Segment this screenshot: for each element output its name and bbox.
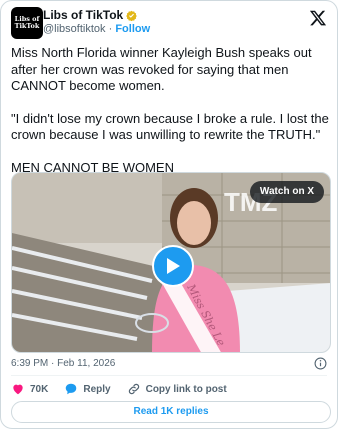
play-button[interactable] <box>152 245 194 287</box>
separator-dot: · <box>108 23 113 35</box>
read-replies-button[interactable]: Read 1K replies <box>11 401 331 423</box>
link-icon <box>128 383 139 395</box>
author-name[interactable]: Libs of TikTok <box>43 8 123 22</box>
action-bar: 70K Reply Copy link to post <box>11 382 243 396</box>
divider <box>11 375 327 376</box>
post-timestamp[interactable]: 6:39 PM · Feb 11, 2026 <box>11 358 115 369</box>
post-card: Libs of TikTok Libs of TikTok @libsoftik… <box>0 0 338 429</box>
reply-bubble-icon <box>66 383 77 395</box>
verified-badge-icon <box>126 10 138 21</box>
tweet-paragraph: Miss North Florida winner Kayleigh Bush … <box>11 45 312 93</box>
reply-button[interactable]: Reply <box>64 382 111 396</box>
play-icon <box>167 258 180 274</box>
post-header: Libs of TikTok Libs of TikTok @libsoftik… <box>11 7 327 39</box>
x-logo-icon[interactable] <box>309 9 327 27</box>
avatar-text: Libs of TikTok <box>14 15 40 30</box>
author-handle-row: @libsoftiktok · Follow <box>43 23 150 35</box>
info-icon[interactable] <box>314 357 327 370</box>
like-button[interactable]: 70K <box>11 382 48 396</box>
avatar[interactable]: Libs of TikTok <box>11 7 43 39</box>
reply-label: Reply <box>83 383 111 395</box>
author-name-row: Libs of TikTok <box>43 8 138 22</box>
tweet-text: Miss North Florida winner Kayleigh Bush … <box>11 45 331 192</box>
copy-link-label: Copy link to post <box>145 383 227 395</box>
like-count: 70K <box>30 383 49 395</box>
author-handle[interactable]: @libsoftiktok <box>43 23 106 35</box>
follow-link[interactable]: Follow <box>115 23 150 35</box>
heart-icon <box>13 384 23 395</box>
copy-link-button[interactable]: Copy link to post <box>127 382 227 396</box>
tweet-paragraph: "I didn't lose my crown because I broke … <box>11 110 329 143</box>
video-thumbnail[interactable]: TMZ Miss She Le Watch on X <box>11 172 331 353</box>
watch-on-x-button[interactable]: Watch on X <box>249 181 324 203</box>
